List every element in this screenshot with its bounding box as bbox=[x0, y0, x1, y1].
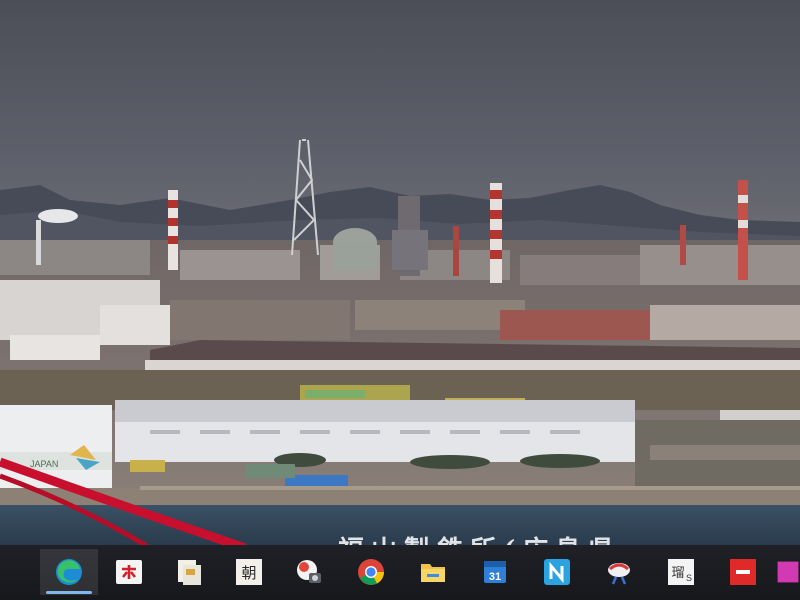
taskbar-dictionary[interactable] bbox=[160, 549, 218, 595]
svg-text:31: 31 bbox=[489, 571, 501, 583]
svg-text:朝: 朝 bbox=[241, 564, 256, 582]
folder-icon bbox=[421, 564, 445, 582]
taskbar-calendar[interactable]: 31 bbox=[466, 549, 524, 595]
taskbar-red-app[interactable] bbox=[714, 549, 772, 595]
bird-icon bbox=[608, 563, 630, 585]
taskbar-jr-west[interactable] bbox=[100, 549, 158, 595]
jr-west-icon bbox=[116, 560, 142, 584]
svg-text:瑠: 瑠 bbox=[671, 566, 684, 581]
wallpaper-photo: JAPAN bbox=[0, 0, 800, 545]
asahi-icon: 朝 bbox=[236, 559, 262, 585]
app-n-icon bbox=[544, 559, 570, 585]
red-minus-icon bbox=[730, 559, 756, 585]
svg-text:S: S bbox=[686, 573, 692, 583]
taskbar-overflow-app[interactable] bbox=[776, 549, 800, 595]
dict-icon bbox=[178, 560, 201, 585]
camera-icon bbox=[297, 560, 321, 583]
kanji-s-icon: 瑠 S bbox=[668, 559, 694, 585]
taskbar-edge[interactable] bbox=[40, 549, 98, 595]
taskbar-app-n[interactable] bbox=[528, 549, 586, 595]
steam-plume bbox=[38, 209, 78, 223]
taskbar-file-explorer[interactable] bbox=[404, 549, 462, 595]
taskbar-bird-app[interactable] bbox=[590, 549, 648, 595]
app-icon-partial bbox=[777, 561, 799, 583]
chrome-icon bbox=[358, 559, 384, 585]
calendar-icon: 31 bbox=[484, 561, 506, 583]
billboard-lettering: JAPAN bbox=[30, 459, 58, 469]
taskbar-camera[interactable] bbox=[280, 549, 338, 595]
taskbar-kanji-app[interactable]: 瑠 S bbox=[652, 549, 710, 595]
taskbar-asahi[interactable]: 朝 bbox=[220, 549, 278, 595]
desktop-screen: JAPAN 福山製鉄所(広島県 bbox=[0, 0, 800, 600]
taskbar-chrome[interactable] bbox=[342, 549, 400, 595]
taskbar: 朝 31 瑠 S bbox=[0, 545, 800, 600]
edge-icon bbox=[56, 559, 82, 585]
